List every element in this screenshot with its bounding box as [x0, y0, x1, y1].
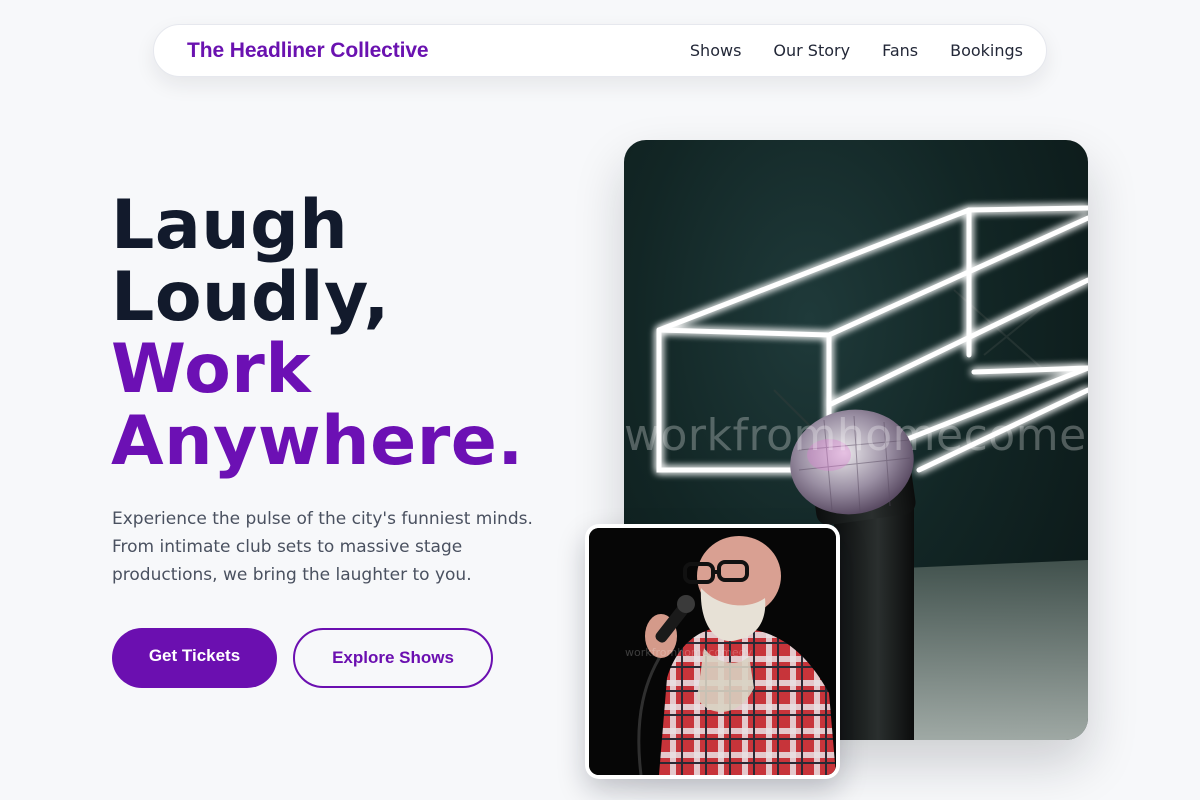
nav-link-shows[interactable]: Shows [690, 41, 742, 60]
comedian-photo: workfromhomecomedy [589, 528, 836, 775]
brand-logo-text[interactable]: The Headliner Collective [187, 39, 429, 63]
small-photo-watermark: workfromhomecomedy [625, 646, 753, 659]
headline-line-3: Work [111, 330, 312, 409]
explore-shows-button[interactable]: Explore Shows [293, 628, 493, 688]
headline-line-1: Laugh [111, 186, 349, 265]
get-tickets-button[interactable]: Get Tickets [112, 628, 277, 688]
headline-line-4: Anywhere. [111, 402, 524, 481]
hero-subtitle: Experience the pulse of the city's funni… [112, 509, 533, 585]
nav-link-our-story[interactable]: Our Story [773, 41, 850, 60]
nav-links: Shows Our Story Fans Bookings [690, 41, 1023, 60]
hero-headline: Laugh Loudly, Work Anywhere. [111, 190, 524, 478]
headline-line-2: Loudly, [111, 258, 390, 337]
nav-link-fans[interactable]: Fans [882, 41, 918, 60]
main-photo-watermark: workfromhomecomedy.c [624, 410, 1088, 461]
comedian-photo-card: workfromhomecomedy [585, 524, 840, 779]
nav-link-bookings[interactable]: Bookings [950, 41, 1023, 60]
top-navbar: The Headliner Collective Shows Our Story… [153, 24, 1047, 77]
